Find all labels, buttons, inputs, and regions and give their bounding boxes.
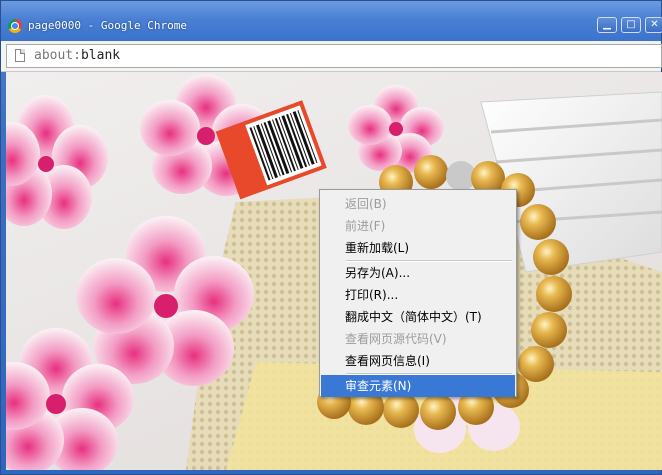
menu-item-inspect-element[interactable]: 审查元素(N) [321,375,515,397]
menu-item-reload[interactable]: 重新加载(L) [321,237,515,259]
minimize-button[interactable]: ▁ [597,17,617,33]
menu-item-translate[interactable]: 翻成中文（简体中文）(T) [321,306,515,328]
url-separator: : [73,48,81,63]
url-scheme: about [34,48,74,63]
toolbar: about:blank [1,41,662,72]
address-bar[interactable]: about:blank [6,44,662,68]
menu-item-view-source[interactable]: 查看网页源代码(V) [321,328,515,350]
menu-item-page-info[interactable]: 查看网页信息(I) [321,350,515,372]
menu-item-back[interactable]: 返回(B) [321,193,515,215]
url-text[interactable]: about:blank [34,48,120,63]
menu-item-save-as[interactable]: 另存为(A)... [321,262,515,284]
context-menu: 返回(B) 前进(F) 重新加载(L) 另存为(A)... 打印(R)... 翻… [319,189,517,397]
maximize-button[interactable]: □ [621,17,641,33]
window-title: page0000 - Google Chrome [28,19,187,32]
close-button[interactable]: ✕ [645,17,662,33]
menu-item-forward[interactable]: 前进(F) [321,215,515,237]
menu-item-print[interactable]: 打印(R)... [321,284,515,306]
page-icon [15,49,25,62]
title-bar[interactable]: page0000 - Google Chrome ▁ □ ✕ [1,1,662,41]
chrome-logo-icon [8,19,22,33]
url-path: blank [80,48,121,63]
browser-window: page0000 - Google Chrome ▁ □ ✕ about:bla… [0,0,662,475]
